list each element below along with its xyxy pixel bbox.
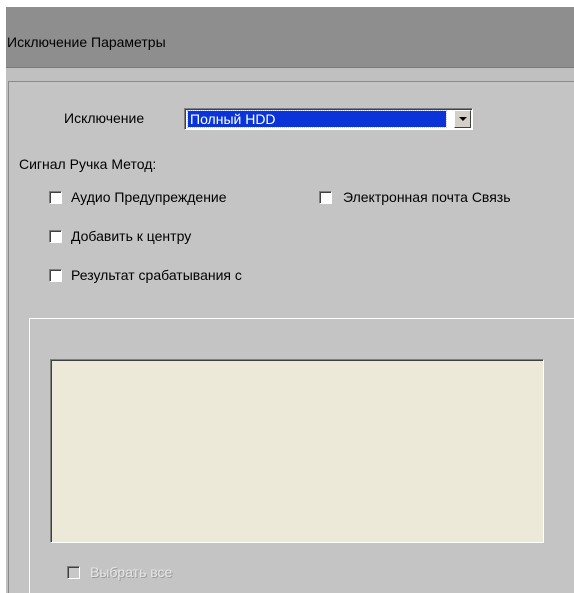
settings-panel: Исключение Полный HDD Сигнал Ручка Метод…	[8, 81, 574, 593]
email-notification-checkbox[interactable]	[319, 191, 332, 204]
audio-warning-checkbox[interactable]	[49, 191, 62, 204]
handling-method-label: Сигнал Ручка Метод:	[19, 156, 157, 172]
upload-to-center-checkbox[interactable]	[49, 230, 62, 243]
exception-type-select[interactable]: Полный HDD	[184, 108, 473, 130]
upload-to-center-label: Добавить к центру	[71, 228, 192, 244]
exception-type-selected-value: Полный HDD	[187, 110, 447, 128]
trigger-output-list[interactable]	[50, 359, 544, 543]
trigger-output-label: Результат срабатывания с	[71, 267, 242, 283]
trigger-output-group: Выбрать все	[29, 318, 574, 593]
select-all-checkbox[interactable]	[67, 566, 80, 579]
trigger-output-checkbox[interactable]	[49, 269, 62, 282]
exception-label: Исключение	[64, 110, 145, 126]
select-all-label: Выбрать все	[90, 564, 173, 580]
audio-warning-label: Аудио Предупреждение	[71, 189, 227, 205]
chevron-down-icon[interactable]	[454, 110, 471, 128]
email-notification-label: Электронная почта Связь	[343, 189, 511, 205]
title-bar: Исключение Параметры	[6, 7, 574, 68]
window-title: Исключение Параметры	[7, 34, 166, 50]
exception-settings-window: Исключение Параметры Исключение Полный H…	[6, 7, 574, 593]
